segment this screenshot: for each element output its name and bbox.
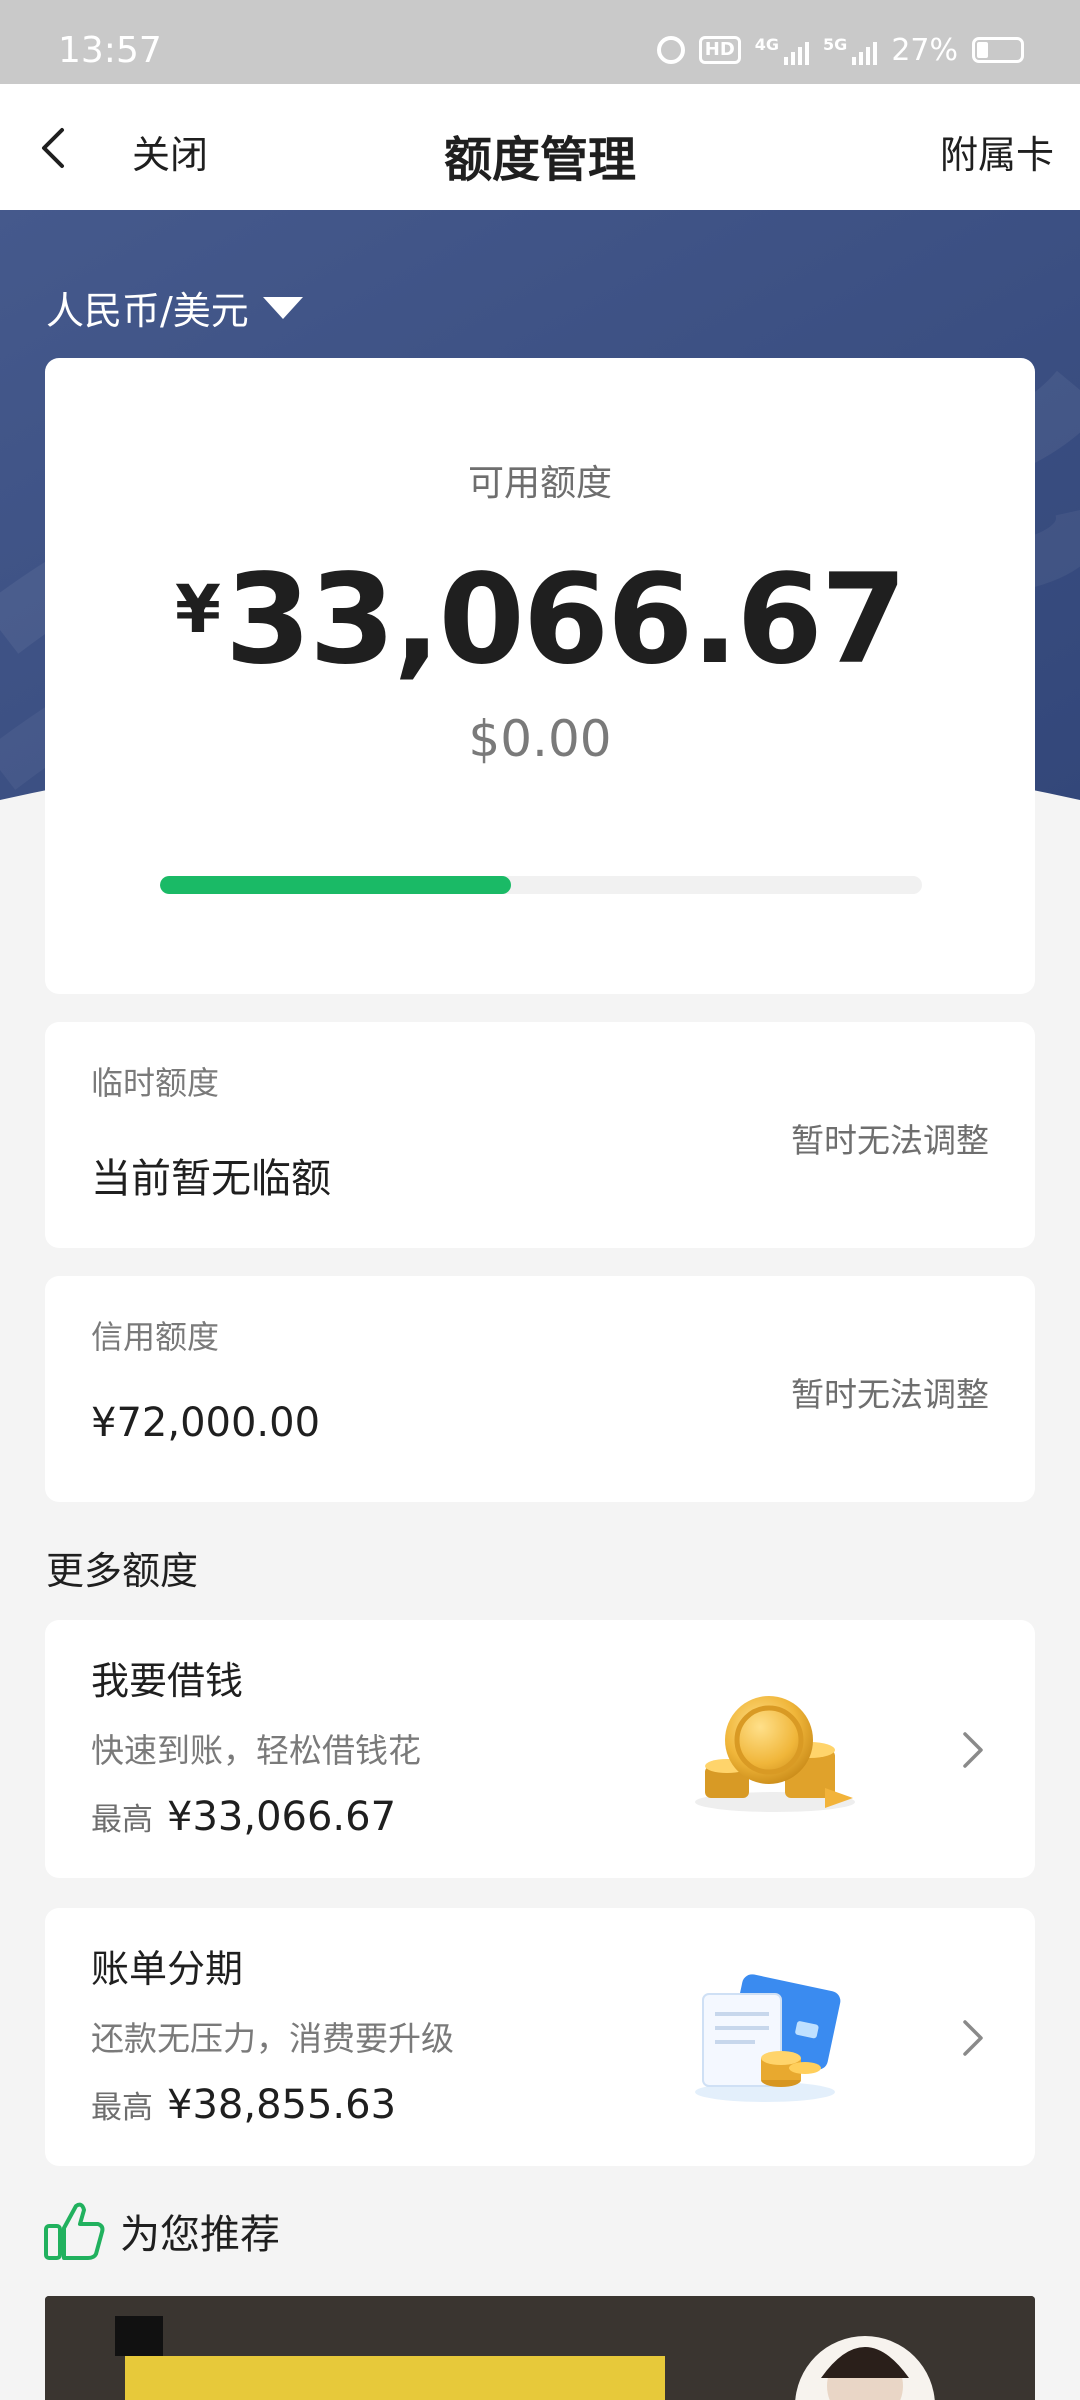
max-label: 最高 bbox=[91, 1802, 153, 1838]
available-credit-card: 可用额度 ¥33,066.67 $0.00 bbox=[45, 358, 1035, 994]
recommend-label: 为您推荐 bbox=[120, 2212, 280, 2258]
temporary-limit-value: 当前暂无临额 bbox=[91, 1156, 331, 1202]
hd-icon: HD bbox=[698, 36, 741, 64]
bill-installment-card[interactable]: 账单分期 还款无压力，消费要升级 最高 ¥38,855.63 bbox=[45, 1908, 1035, 2166]
network-4g-label: 4G bbox=[754, 35, 780, 54]
currency-label: 人民币/美元 bbox=[46, 289, 249, 333]
usd-available-amount: $0.00 bbox=[468, 710, 612, 768]
borrow-money-max: 最高 ¥33,066.67 bbox=[91, 1794, 396, 1840]
borrow-money-max-amount: ¥33,066.67 bbox=[167, 1794, 397, 1840]
supplementary-card-button[interactable]: 附属卡 bbox=[940, 124, 1054, 179]
bill-installment-desc: 还款无压力，消费要升级 bbox=[91, 2019, 454, 2058]
signal-5g-icon: 5G bbox=[823, 35, 878, 65]
close-button[interactable]: 关闭 bbox=[132, 124, 208, 179]
credit-limit-label: 信用额度 bbox=[91, 1318, 220, 1356]
credit-usage-progress-fill bbox=[160, 876, 511, 894]
more-limits-title: 更多额度 bbox=[46, 1549, 199, 1593]
battery-percent: 27% bbox=[891, 32, 958, 68]
back-arrow-icon[interactable] bbox=[36, 126, 76, 170]
card-bill-icon bbox=[695, 1974, 841, 2102]
nav-bar: 关闭 额度管理 附属卡 bbox=[0, 84, 1080, 210]
bill-installment-max-amount: ¥38,855.63 bbox=[167, 2082, 397, 2128]
dropdown-triangle-icon bbox=[262, 296, 303, 319]
currency-symbol: ¥ bbox=[174, 571, 221, 648]
borrow-money-desc: 快速到账，轻松借钱花 bbox=[91, 1731, 421, 1770]
chevron-right-icon bbox=[963, 2020, 983, 2056]
signal-4g-icon: 4G bbox=[754, 35, 810, 65]
borrow-money-title: 我要借钱 bbox=[91, 1659, 244, 1703]
currency-selector[interactable]: 人民币/美元 bbox=[46, 280, 303, 335]
available-amount-value: 33,066.67 bbox=[224, 548, 907, 692]
temporary-limit-card[interactable]: 临时额度 当前暂无临额 暂时无法调整 bbox=[45, 1022, 1035, 1248]
available-credit-label: 可用额度 bbox=[467, 463, 612, 504]
available-credit-amount: ¥33,066.67 bbox=[45, 548, 1035, 692]
max-label: 最高 bbox=[91, 2090, 153, 2126]
status-time: 13:57 bbox=[58, 30, 162, 71]
banner-image bbox=[45, 2296, 1035, 2400]
thumbs-up-icon bbox=[44, 2202, 105, 2260]
alarm-icon bbox=[656, 36, 685, 64]
recommend-banner[interactable] bbox=[45, 2296, 1035, 2400]
status-bar: 13:57 HD 4G 5G 27% bbox=[0, 0, 1080, 84]
temporary-limit-label: 临时额度 bbox=[91, 1064, 220, 1102]
borrow-money-card[interactable]: 我要借钱 快速到账，轻松借钱花 最高 ¥33,066.67 bbox=[45, 1620, 1035, 1878]
credit-limit-card[interactable]: 信用额度 ¥72,000.00 暂时无法调整 bbox=[45, 1276, 1035, 1502]
temporary-limit-status: 暂时无法调整 bbox=[791, 1121, 989, 1160]
credit-limit-status: 暂时无法调整 bbox=[791, 1375, 989, 1414]
chevron-right-icon bbox=[963, 1732, 983, 1768]
credit-usage-progress bbox=[160, 876, 922, 894]
credit-limit-value: ¥72,000.00 bbox=[91, 1400, 321, 1446]
recommend-section-header: 为您推荐 bbox=[42, 2200, 280, 2262]
bill-installment-max: 最高 ¥38,855.63 bbox=[91, 2082, 396, 2128]
battery-icon bbox=[972, 37, 1024, 63]
bill-installment-title: 账单分期 bbox=[91, 1947, 244, 1991]
gold-coins-icon bbox=[695, 1696, 855, 1812]
status-icons: HD 4G 5G 27% bbox=[656, 30, 1024, 70]
network-5g-label: 5G bbox=[823, 35, 848, 54]
